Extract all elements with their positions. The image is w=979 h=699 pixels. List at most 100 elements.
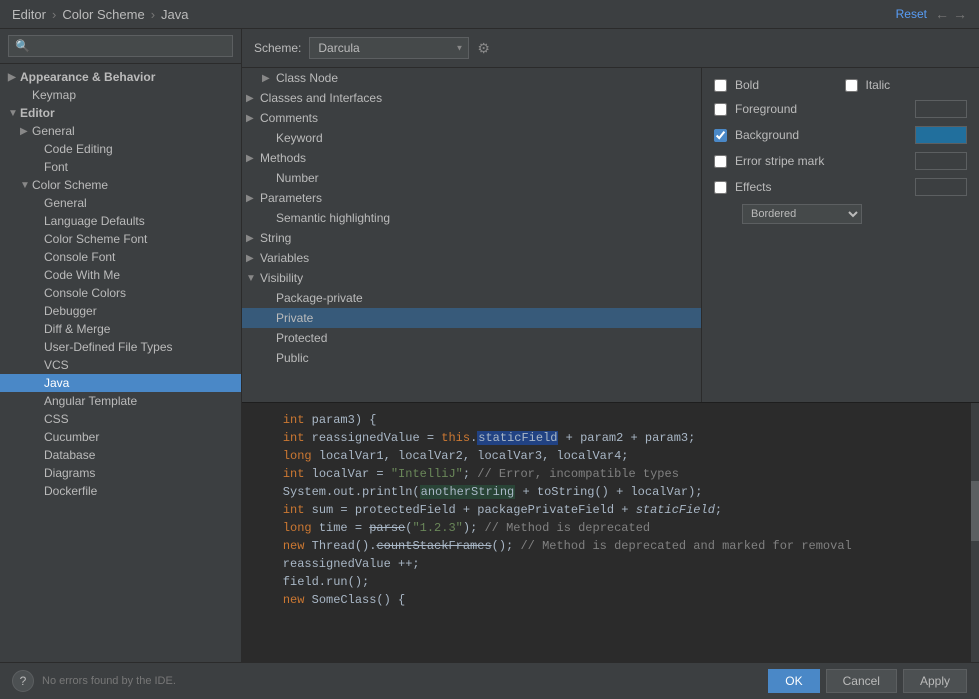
sidebar-item-label: Java: [44, 376, 69, 390]
cancel-button[interactable]: Cancel: [826, 669, 897, 693]
search-input[interactable]: [8, 35, 233, 57]
sidebar-item-debugger[interactable]: Debugger: [0, 302, 241, 320]
sidebar-item-language-defaults[interactable]: Language Defaults: [0, 212, 241, 230]
opt-item-keyword[interactable]: Keyword: [242, 128, 701, 148]
back-button[interactable]: ←: [935, 6, 949, 22]
code-line: int param3) {: [254, 411, 967, 429]
code-line: new SomeClass() {: [254, 591, 967, 609]
opt-item-public[interactable]: Public: [242, 348, 701, 368]
code-line: field.run();: [254, 573, 967, 591]
opt-item-comments[interactable]: ▶ Comments: [242, 108, 701, 128]
opt-item-string[interactable]: ▶ String: [242, 228, 701, 248]
sidebar-item-diff-merge[interactable]: Diff & Merge: [0, 320, 241, 338]
bold-checkbox[interactable]: [714, 79, 727, 92]
sidebar-item-font[interactable]: Font: [0, 158, 241, 176]
reset-button[interactable]: Reset: [896, 7, 927, 21]
error-stripe-color-swatch[interactable]: [915, 152, 967, 170]
opt-item-visibility[interactable]: ▼ Visibility: [242, 268, 701, 288]
search-box: [0, 29, 241, 64]
opt-item-label: Public: [276, 351, 309, 365]
dialog-header: Editor › Color Scheme › Java Reset ← →: [0, 0, 979, 29]
split-area: ▶ Class Node ▶ Classes and Interfaces ▶ …: [242, 68, 979, 402]
arrow-icon: ▶: [246, 153, 260, 164]
sidebar-item-keymap[interactable]: Keymap: [0, 86, 241, 104]
sidebar-item-label: Diagrams: [44, 466, 95, 480]
opt-item-number[interactable]: Number: [242, 168, 701, 188]
bold-label: Bold: [735, 78, 837, 92]
sidebar-item-console-colors[interactable]: Console Colors: [0, 284, 241, 302]
ok-button[interactable]: OK: [768, 669, 819, 693]
scrollbar-thumb[interactable]: [971, 481, 979, 541]
sidebar-item-database[interactable]: Database: [0, 446, 241, 464]
sidebar-item-color-scheme-font[interactable]: Color Scheme Font: [0, 230, 241, 248]
sidebar-item-label: Angular Template: [44, 394, 137, 408]
sidebar-item-label: Diff & Merge: [44, 322, 110, 336]
sidebar-item-label: User-Defined File Types: [44, 340, 173, 354]
foreground-color-swatch[interactable]: [915, 100, 967, 118]
opt-item-label: Visibility: [260, 271, 303, 285]
opt-item-methods[interactable]: ▶ Methods: [242, 148, 701, 168]
foreground-row: Foreground: [714, 100, 967, 118]
forward-button[interactable]: →: [953, 6, 967, 22]
help-button[interactable]: ?: [12, 670, 34, 692]
arrow-icon: ▶: [246, 253, 260, 264]
sidebar-item-user-defined[interactable]: User-Defined File Types: [0, 338, 241, 356]
sidebar-item-cucumber[interactable]: Cucumber: [0, 428, 241, 446]
sidebar-item-general[interactable]: ▶ General: [0, 122, 241, 140]
effects-type-select[interactable]: Bordered Underscored Bold Underscored St…: [742, 204, 862, 224]
opt-item-classes-interfaces[interactable]: ▶ Classes and Interfaces: [242, 88, 701, 108]
opt-item-label: Methods: [260, 151, 306, 165]
italic-label: Italic: [866, 78, 968, 92]
sidebar-item-label: Appearance & Behavior: [20, 70, 155, 84]
opt-item-package-private[interactable]: Package-private: [242, 288, 701, 308]
background-checkbox[interactable]: [714, 129, 727, 142]
sidebar-item-appearance[interactable]: ▶ Appearance & Behavior: [0, 68, 241, 86]
scrollbar-track: [971, 403, 979, 662]
center-panel: Scheme: Darcula Default High Contrast ⚙ …: [242, 29, 979, 662]
sidebar-item-color-scheme[interactable]: ▼ Color Scheme: [0, 176, 241, 194]
code-preview: int param3) { int reassignedValue = this…: [242, 402, 979, 662]
effects-checkbox[interactable]: [714, 181, 727, 194]
opt-item-variables[interactable]: ▶ Variables: [242, 248, 701, 268]
sidebar-item-label: VCS: [44, 358, 69, 372]
sidebar-item-java[interactable]: Java: [0, 374, 241, 392]
scheme-select[interactable]: Darcula Default High Contrast: [309, 37, 469, 59]
arrow-icon: ▼: [8, 108, 20, 119]
sidebar-item-editor[interactable]: ▼ Editor: [0, 104, 241, 122]
sidebar-item-angular-template[interactable]: Angular Template: [0, 392, 241, 410]
sidebar-item-cs-general[interactable]: General: [0, 194, 241, 212]
opt-item-class-nodes[interactable]: ▶ Class Node: [242, 68, 701, 88]
opt-item-label: Classes and Interfaces: [260, 91, 382, 105]
sidebar-item-css[interactable]: CSS: [0, 410, 241, 428]
sidebar-item-dockerfile[interactable]: Dockerfile: [0, 482, 241, 500]
scheme-row: Scheme: Darcula Default High Contrast ⚙: [242, 29, 979, 68]
italic-checkbox[interactable]: [845, 79, 858, 92]
sidebar-tree: ▶ Appearance & Behavior Keymap ▼ Editor …: [0, 64, 241, 662]
foreground-checkbox[interactable]: [714, 103, 727, 116]
arrow-icon: ▼: [20, 180, 32, 191]
background-color-swatch[interactable]: [915, 126, 967, 144]
opt-item-protected[interactable]: Protected: [242, 328, 701, 348]
scheme-label: Scheme:: [254, 41, 301, 55]
sidebar-item-console-font[interactable]: Console Font: [0, 248, 241, 266]
opt-item-label: Parameters: [260, 191, 322, 205]
apply-button[interactable]: Apply: [903, 669, 967, 693]
opt-item-semantic[interactable]: Semantic highlighting: [242, 208, 701, 228]
dialog-body: ▶ Appearance & Behavior Keymap ▼ Editor …: [0, 29, 979, 662]
sidebar-item-code-editing[interactable]: Code Editing: [0, 140, 241, 158]
effects-color-swatch[interactable]: [915, 178, 967, 196]
arrow-icon: ▶: [262, 73, 276, 84]
sidebar-item-label: Console Colors: [44, 286, 126, 300]
background-row: Background: [714, 126, 967, 144]
opt-item-parameters[interactable]: ▶ Parameters: [242, 188, 701, 208]
sidebar-item-code-with-me[interactable]: Code With Me: [0, 266, 241, 284]
code-line: new Thread().countStackFrames(); // Meth…: [254, 537, 967, 555]
gear-button[interactable]: ⚙: [477, 40, 490, 57]
breadcrumb-editor: Editor: [12, 7, 46, 22]
sidebar-item-label: Keymap: [32, 88, 76, 102]
sidebar-item-diagrams[interactable]: Diagrams: [0, 464, 241, 482]
sidebar-item-vcs[interactable]: VCS: [0, 356, 241, 374]
opt-item-private[interactable]: Private: [242, 308, 701, 328]
breadcrumb-sep-2: ›: [151, 7, 155, 22]
error-stripe-checkbox[interactable]: [714, 155, 727, 168]
